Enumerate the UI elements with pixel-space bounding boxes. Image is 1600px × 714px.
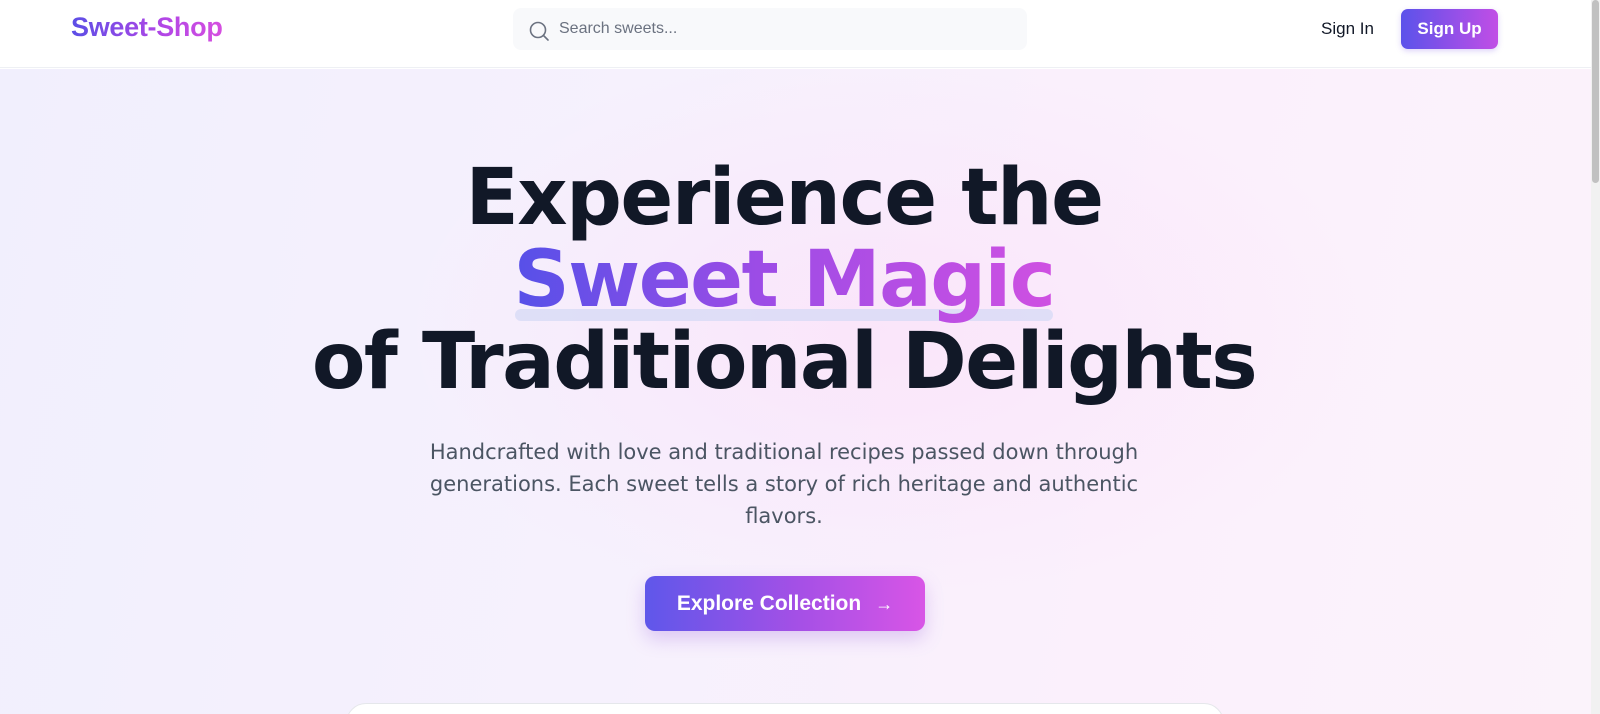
hero-title: Experience the Sweet Magic of Traditiona… (0, 157, 1568, 403)
hero-section: Experience the Sweet Magic of Traditiona… (0, 69, 1591, 714)
hero-title-line-3: of Traditional Delights (311, 317, 1258, 407)
sign-up-button[interactable]: Sign Up (1401, 9, 1498, 49)
top-navbar: Sweet-Shop Sign In Sign Up (0, 0, 1591, 68)
explore-collection-button[interactable]: Explore Collection → (645, 576, 925, 631)
content-card (346, 703, 1224, 714)
hero-subtitle: Handcrafted with love and traditional re… (429, 440, 1139, 528)
sign-in-button[interactable]: Sign In (1310, 16, 1385, 42)
search-input[interactable] (559, 8, 1009, 50)
explore-collection-label: Explore Collection (676, 591, 862, 615)
scrollbar-thumb[interactable] (1592, 0, 1599, 183)
arrow-right-icon: → (875, 593, 894, 614)
page-scrollbar[interactable] (1591, 0, 1600, 714)
search-bar[interactable] (513, 8, 1027, 50)
hero-title-accent: Sweet Magic (513, 235, 1056, 325)
hero-title-line-1: Experience the (465, 153, 1104, 243)
brand-logo[interactable]: Sweet-Shop (71, 12, 223, 43)
search-icon (529, 21, 549, 41)
